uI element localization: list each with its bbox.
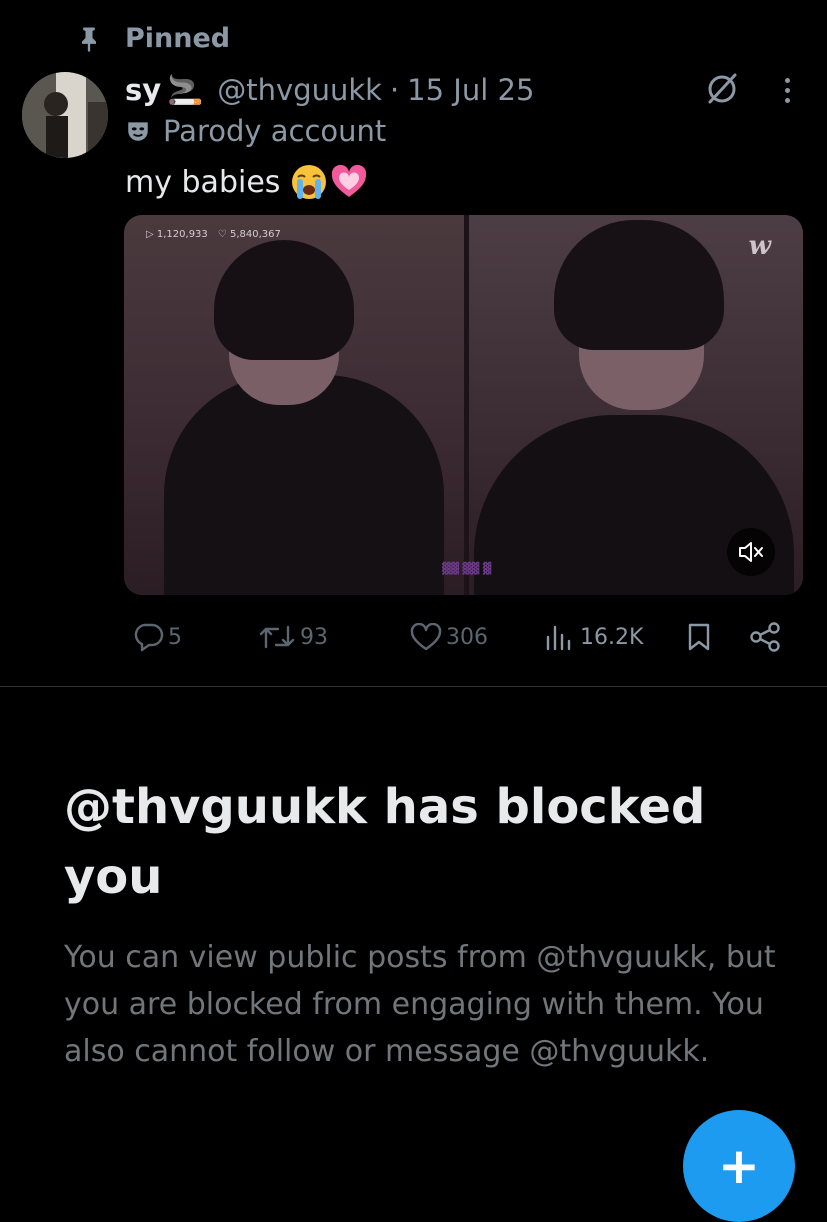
blocked-description: You can view public posts from @thvguukk… (64, 940, 776, 1069)
reply-count: 5 (168, 624, 182, 650)
speaker-muted-icon (739, 542, 763, 562)
weverse-logo: w (748, 231, 771, 261)
repost-icon (259, 625, 295, 649)
video-stats-overlay: ▷ 1,120,933 ♡ 5,840,367 (146, 229, 281, 240)
compose-fab-button[interactable]: + (683, 1110, 795, 1222)
video-split-divider (464, 215, 469, 595)
plus-icon: + (718, 1137, 760, 1195)
parody-mask-icon (128, 122, 148, 141)
play-count-icon: ▷ (146, 229, 154, 240)
tweet-date[interactable]: 15 Jul 25 (407, 73, 534, 107)
display-name[interactable]: sy (125, 73, 161, 107)
tweet-actions: 5 93 306 16.2K (124, 615, 804, 659)
heart-count: 5,840,367 (229, 229, 281, 240)
play-count: 1,120,933 (156, 229, 208, 240)
reply-button[interactable]: 5 (132, 615, 182, 659)
loudly-crying-face-icon (292, 165, 327, 199)
views-button[interactable]: 16.2K (544, 615, 643, 659)
share-icon (750, 622, 780, 652)
video-watermark: ▓▓ ▓▓ ▓ (442, 562, 492, 575)
pin-icon (82, 27, 96, 52)
reply-icon (134, 623, 164, 652)
parody-label: Parody account (163, 114, 387, 148)
avatar[interactable] (22, 72, 108, 158)
header-separator: · (389, 73, 400, 107)
tweet-header: sy 🚬 @thvguukk · 15 Jul 25 (125, 70, 534, 110)
section-divider (0, 686, 827, 687)
bookmark-button[interactable] (686, 615, 716, 659)
tweet-text: my babies (125, 162, 368, 202)
growing-heart-icon (332, 164, 367, 197)
like-button[interactable]: 306 (410, 615, 488, 659)
tweet-video[interactable]: ▷ 1,120,933 ♡ 5,840,367 w ▓▓ ▓▓ ▓ (124, 215, 803, 595)
repost-button[interactable]: 93 (258, 615, 328, 659)
more-options-icon[interactable] (772, 72, 802, 108)
pinned-label: Pinned (125, 22, 231, 54)
pinned-indicator: Pinned (75, 20, 230, 56)
views-chart-icon (546, 625, 571, 651)
parody-label-row: Parody account (125, 112, 386, 150)
share-button[interactable] (748, 615, 786, 659)
handle[interactable]: @thvguukk (217, 73, 382, 107)
repost-count: 93 (300, 624, 328, 650)
blocked-heading: @thvguukk has blocked you (64, 779, 706, 905)
heart-icon (410, 623, 442, 651)
person-left (164, 375, 444, 595)
avatar-image (22, 72, 108, 158)
views-count: 16.2K (580, 624, 644, 650)
heart-count-icon: ♡ (217, 229, 227, 240)
grok-icon[interactable] (703, 70, 741, 108)
tweet-body: my babies (125, 164, 281, 200)
cigarette-emoji: 🚬 (167, 72, 204, 107)
bookmark-icon (688, 623, 710, 651)
mute-button[interactable] (727, 528, 775, 576)
like-count: 306 (446, 624, 488, 650)
